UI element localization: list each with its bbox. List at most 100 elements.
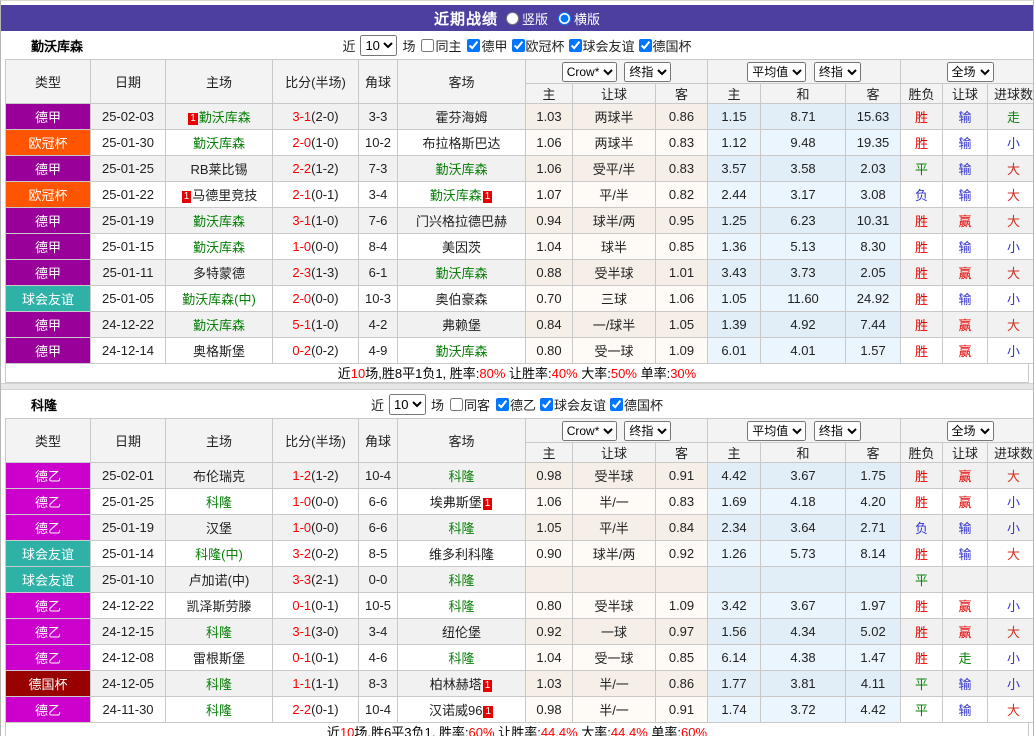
score-cell: 3-2(0-2) [273, 541, 359, 567]
bookmaker-select[interactable]: Crow* [562, 421, 617, 441]
horizontal-layout-option[interactable]: 横版 [558, 9, 600, 28]
league-label: 球会友谊 [554, 395, 606, 414]
vertical-layout-radio[interactable] [506, 12, 519, 25]
halftime-score: (0-0) [311, 494, 338, 509]
match-row: 德乙 24-12-22 凯泽斯劳滕 0-1(0-1) 10-5 科隆 0.80 … [6, 593, 1034, 619]
avg-draw-cell: 4.18 [761, 489, 846, 515]
home-team-name: 科隆 [206, 677, 232, 692]
league-filter-option[interactable]: 欧冠杯 [508, 36, 565, 55]
league-checkbox[interactable] [467, 39, 480, 52]
result-cell: 胜 [901, 338, 943, 364]
page-title: 近期战绩 [434, 8, 498, 29]
league-checkbox[interactable] [540, 398, 553, 411]
same-venue-option[interactable]: 同客 [446, 395, 490, 414]
league-checkbox[interactable] [512, 39, 525, 52]
match-row: 欧冠杯 25-01-22 1马德里竞技 2-1(0-1) 3-4 勤沃库森1 1… [6, 182, 1034, 208]
league-filter-option[interactable]: 球会友谊 [536, 395, 606, 414]
summary-segment: 场,胜8平1负1, 胜率: [365, 366, 479, 381]
handicap-verdict: 输 [959, 547, 972, 562]
average-select[interactable]: 平均值 [747, 421, 806, 441]
corner-cell: 8-3 [359, 671, 398, 697]
handicap-result-cell [943, 567, 988, 593]
handicap-line-cell: 球半 [573, 234, 656, 260]
sub-header-result-goals: 进球数 [988, 84, 1034, 104]
handicap-line-cell: 受一球 [573, 338, 656, 364]
bookmaker-select[interactable]: Crow* [562, 62, 617, 82]
date-cell: 25-01-30 [91, 130, 166, 156]
result-verdict: 胜 [915, 651, 928, 666]
corner-cell: 7-6 [359, 208, 398, 234]
date-cell: 24-12-22 [91, 593, 166, 619]
handicap-result-cell: 输 [943, 104, 988, 130]
fulltime-select[interactable]: 全场 [947, 62, 994, 82]
handicap-result-cell: 赢 [943, 312, 988, 338]
same-venue-checkbox[interactable] [450, 398, 463, 411]
fulltime-select[interactable]: 全场 [947, 421, 994, 441]
games-count-select[interactable]: 10 [389, 394, 426, 415]
goals-result-cell: 大 [988, 541, 1034, 567]
average-select[interactable]: 平均值 [747, 62, 806, 82]
rank-marker: 1 [188, 113, 198, 125]
league-type-cell: 德乙 [6, 463, 91, 489]
home-team-cell: 科隆 [166, 697, 273, 723]
league-filter-option[interactable]: 德甲 [463, 36, 507, 55]
result-cell: 胜 [901, 541, 943, 567]
avg-stage-select[interactable]: 终指 [814, 62, 861, 82]
fulltime-score: 2-0 [292, 291, 311, 306]
home-odds-cell: 0.80 [526, 593, 573, 619]
date-cell: 24-12-15 [91, 619, 166, 645]
league-checkbox[interactable] [639, 39, 652, 52]
halftime-score: (1-0) [311, 135, 338, 150]
home-odds-cell: 0.94 [526, 208, 573, 234]
same-venue-label: 同客 [464, 395, 490, 414]
league-checkbox[interactable] [610, 398, 623, 411]
same-venue-option[interactable]: 同主 [417, 36, 461, 55]
odds-stage-select[interactable]: 终指 [624, 62, 671, 82]
date-cell: 25-01-19 [91, 515, 166, 541]
date-cell: 25-01-22 [91, 182, 166, 208]
avg-home-cell: 1.05 [708, 286, 761, 312]
home-odds-cell: 0.92 [526, 619, 573, 645]
fulltime-score: 3-1 [292, 213, 311, 228]
away-team-cell: 美因茨 [398, 234, 526, 260]
handicap-verdict: 赢 [959, 469, 972, 484]
handicap-verdict: 输 [959, 703, 972, 718]
section2-table: 类型 日期 主场 比分(半场) 角球 客场 Crow* 终指 平均值 终指 [5, 418, 1034, 723]
league-checkbox[interactable] [569, 39, 582, 52]
goals-verdict: 大 [1007, 547, 1020, 562]
games-count-select[interactable]: 10 [360, 35, 397, 56]
league-filter-option[interactable]: 德国杯 [635, 36, 692, 55]
away-team-name: 美因茨 [442, 240, 481, 255]
handicap-verdict: 输 [959, 188, 972, 203]
col-header-home: 主场 [166, 419, 273, 463]
handicap-line-cell: 半/一 [573, 671, 656, 697]
horizontal-layout-radio[interactable] [558, 12, 571, 25]
league-label: 德国杯 [653, 36, 692, 55]
league-filter-option[interactable]: 德国杯 [606, 395, 663, 414]
home-team-cell: 多特蒙德 [166, 260, 273, 286]
avg-draw-cell: 3.64 [761, 515, 846, 541]
handicap-verdict: 赢 [959, 266, 972, 281]
corner-cell: 0-0 [359, 567, 398, 593]
league-type-cell: 德国杯 [6, 671, 91, 697]
away-team-cell: 霍芬海姆 [398, 104, 526, 130]
same-venue-checkbox[interactable] [421, 39, 434, 52]
away-odds-cell: 0.85 [656, 645, 708, 671]
fulltime-score: 0-2 [292, 343, 311, 358]
corner-cell: 3-4 [359, 619, 398, 645]
handicap-result-cell: 输 [943, 515, 988, 541]
date-cell: 24-12-14 [91, 338, 166, 364]
fulltime-score: 2-3 [292, 265, 311, 280]
league-type-cell: 德甲 [6, 156, 91, 182]
date-cell: 25-01-15 [91, 234, 166, 260]
league-checkbox[interactable] [496, 398, 509, 411]
odds-stage-select[interactable]: 终指 [624, 421, 671, 441]
league-filter-option[interactable]: 球会友谊 [565, 36, 635, 55]
goals-verdict: 小 [1007, 495, 1020, 510]
avg-home-cell: 1.74 [708, 697, 761, 723]
vertical-layout-option[interactable]: 竖版 [506, 9, 548, 28]
league-filter-option[interactable]: 德乙 [492, 395, 536, 414]
away-team-name: 勤沃库森 [430, 188, 482, 203]
avg-stage-select[interactable]: 终指 [814, 421, 861, 441]
league-type-cell: 球会友谊 [6, 541, 91, 567]
